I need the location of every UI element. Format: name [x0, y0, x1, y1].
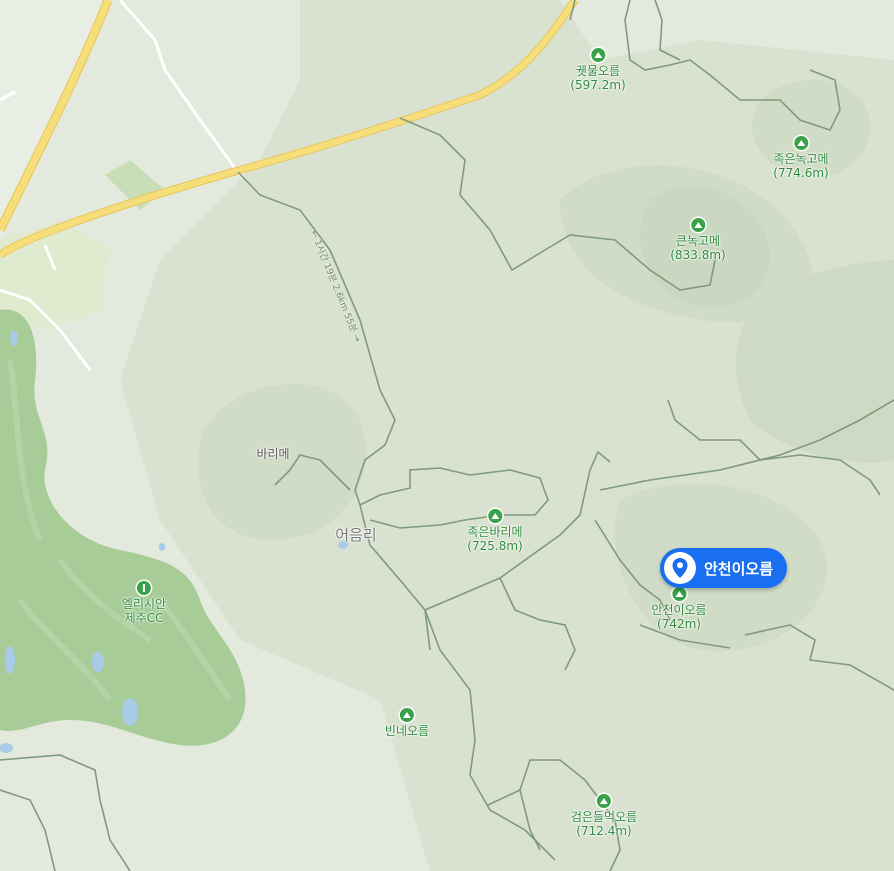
water-pond: [5, 646, 15, 674]
location-pin-icon: [664, 552, 696, 584]
peak-label-ancheoni[interactable]: 안천이오름 (742m): [651, 587, 707, 631]
mountain-icon: [794, 136, 808, 150]
mountain-icon: [691, 218, 705, 232]
water-pond: [159, 543, 165, 551]
golf-name-line1: 엘리시안: [121, 597, 167, 611]
peak-label-geomeundeulmeok[interactable]: 검은들먹오름 (712.4m): [571, 794, 637, 838]
village-label[interactable]: 어음리: [335, 524, 376, 545]
peak-elevation: (712.4m): [576, 824, 632, 838]
map-canvas[interactable]: [0, 0, 894, 871]
mountain-icon: [591, 48, 605, 62]
peak-name: 큰녹고메: [675, 234, 721, 248]
water-pond: [122, 698, 138, 726]
peak-name: 족은녹고메: [773, 152, 829, 166]
water-pond: [92, 652, 104, 672]
water-pond: [10, 330, 18, 346]
peak-label-jokeun-nokgome[interactable]: 족은녹고메 (774.6m): [773, 136, 829, 180]
golf-flag-icon: [136, 581, 151, 595]
golf-course-label[interactable]: 엘리시안 제주CC: [122, 581, 166, 625]
peak-elevation: (833.8m): [670, 248, 726, 262]
peak-label-keun-nokgome[interactable]: 큰녹고메 (833.8m): [670, 218, 726, 262]
peak-label-binne[interactable]: 빈네오름: [385, 708, 429, 738]
peak-elevation: (774.6m): [773, 166, 829, 180]
peak-name: 안천이오름: [651, 603, 707, 617]
peak-name: 궷물오름: [575, 64, 621, 78]
peak-elevation: (725.8m): [467, 539, 523, 553]
place-label-barime[interactable]: 바리메: [256, 445, 289, 462]
mountain-icon: [671, 587, 686, 601]
selected-place-name: 안천이오름: [704, 559, 774, 578]
peak-label-kwemul[interactable]: 궷물오름 (597.2m): [570, 48, 626, 92]
selected-place-marker[interactable]: 안천이오름: [660, 548, 788, 588]
peak-elevation: (597.2m): [570, 78, 626, 92]
peak-name: 족은바리메: [467, 525, 523, 539]
mountain-icon: [597, 794, 611, 808]
peak-elevation: (742m): [657, 617, 701, 631]
golf-name-line2: 제주CC: [124, 611, 164, 625]
peak-name: 검은들먹오름: [570, 810, 638, 824]
mountain-icon: [399, 708, 414, 722]
peak-name: 빈네오름: [384, 724, 430, 738]
mountain-icon: [488, 509, 502, 523]
peak-label-jokeun-barime[interactable]: 족은바리메 (725.8m): [467, 509, 523, 553]
